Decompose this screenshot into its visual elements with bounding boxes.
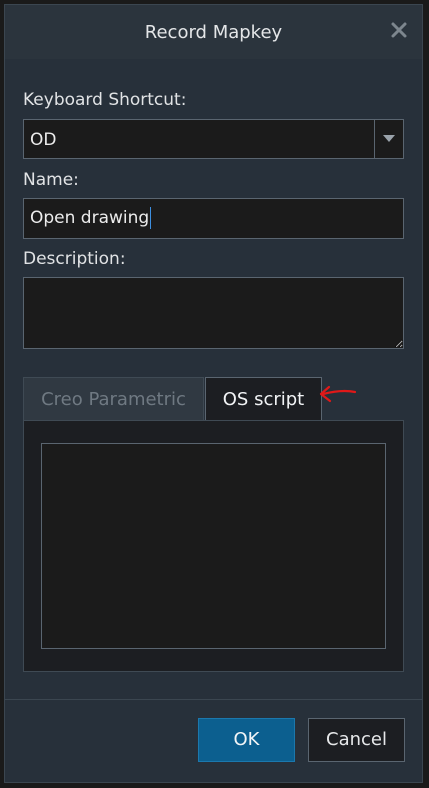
name-input[interactable]: Open drawing xyxy=(23,198,404,239)
tab-creo-parametric[interactable]: Creo Parametric xyxy=(23,377,204,421)
keyboard-shortcut-value: OD xyxy=(30,130,57,150)
arrow-left-icon xyxy=(319,385,357,403)
dropdown-toggle[interactable] xyxy=(374,120,403,158)
name-value: Open drawing xyxy=(30,208,150,228)
os-script-text-area[interactable] xyxy=(41,443,386,649)
title-bar[interactable]: Record Mapkey xyxy=(5,5,422,59)
description-input[interactable] xyxy=(23,277,404,349)
record-mapkey-dialog: Record Mapkey Keyboard Shortcut: OD Name… xyxy=(4,4,423,783)
tab-os-script[interactable]: OS script xyxy=(205,377,322,421)
divider xyxy=(5,699,422,700)
name-label: Name: xyxy=(23,170,79,190)
ok-button[interactable]: OK xyxy=(198,718,295,762)
os-script-panel xyxy=(23,420,404,672)
dialog-title: Record Mapkey xyxy=(144,22,283,43)
cancel-button[interactable]: Cancel xyxy=(308,718,405,762)
text-caret xyxy=(150,207,152,229)
description-label: Description: xyxy=(23,249,126,269)
close-icon[interactable] xyxy=(390,21,408,39)
chevron-down-icon xyxy=(383,135,395,142)
keyboard-shortcut-dropdown[interactable]: OD xyxy=(23,119,404,159)
keyboard-shortcut-label: Keyboard Shortcut: xyxy=(23,90,187,110)
